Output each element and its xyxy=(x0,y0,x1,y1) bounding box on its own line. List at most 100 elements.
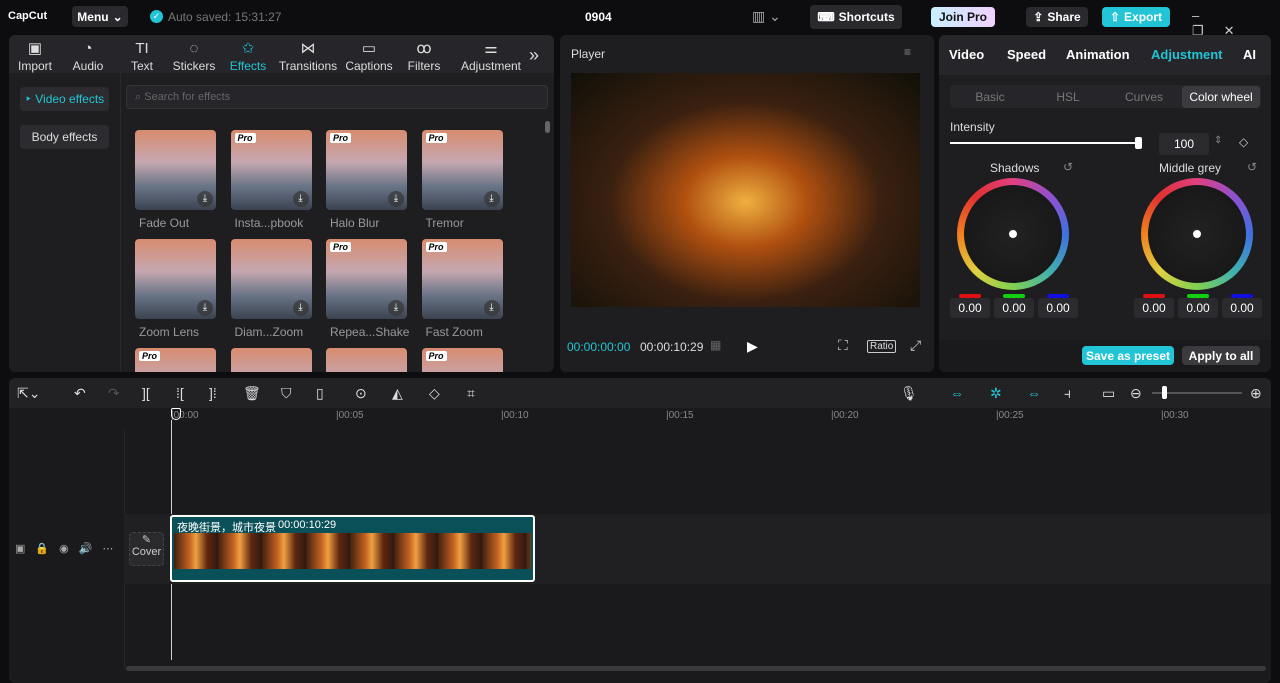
share-button[interactable]: ⇪ Share xyxy=(1026,7,1088,27)
effect-thumbnail[interactable]: Pro ⤓ xyxy=(326,239,407,319)
split-left-icon[interactable]: ⁞[ xyxy=(176,385,184,401)
ratio-button[interactable]: Ratio xyxy=(867,340,897,353)
effect-thumbnail[interactable] xyxy=(326,348,407,372)
wheel-value[interactable]: 0.00 xyxy=(1134,298,1174,318)
tab-stickers[interactable]: ◌ Stickers xyxy=(164,39,224,73)
layout-icon[interactable]: ▥ ⌄ xyxy=(752,8,781,25)
download-icon[interactable]: ⤓ xyxy=(292,300,309,316)
select-tool-icon[interactable]: ⇱⌄ xyxy=(17,385,40,402)
tab-import[interactable]: ▣ Import xyxy=(9,39,65,73)
wheel-value[interactable]: 0.00 xyxy=(950,298,990,318)
wheel-value[interactable]: 0.00 xyxy=(1178,298,1218,318)
microphone-icon[interactable]: 🎙 xyxy=(900,385,918,402)
effect-thumbnail[interactable]: ⤓ xyxy=(230,239,312,319)
export-button[interactable]: ⇧ Export xyxy=(1102,7,1170,27)
scrollbar[interactable] xyxy=(545,121,550,133)
wheel-handle[interactable] xyxy=(1009,230,1017,238)
slider-handle[interactable] xyxy=(1135,137,1142,149)
apply-to-all-button[interactable]: Apply to all xyxy=(1182,346,1260,365)
download-icon[interactable]: ⤓ xyxy=(292,191,309,207)
fullscreen-icon[interactable]: ⤢ xyxy=(910,337,921,354)
tab-audio[interactable]: ◔ Audio xyxy=(58,39,118,73)
effect-thumbnail[interactable]: Pro ⤓ xyxy=(326,130,407,210)
redo-icon[interactable]: ↷ xyxy=(108,385,120,402)
preview-axis-icon[interactable]: ⫞ xyxy=(1064,385,1071,402)
zoom-slider-handle[interactable] xyxy=(1162,386,1167,399)
main-track-magnet-icon[interactable]: ⇔ xyxy=(950,385,964,401)
play-icon[interactable]: ▶ xyxy=(747,338,758,355)
effect-thumbnail[interactable]: ⤓ xyxy=(135,239,216,319)
subtab-hsl[interactable]: HSL xyxy=(1029,86,1107,108)
reset-icon[interactable]: ↺ xyxy=(1247,160,1257,174)
effect-thumbnail[interactable]: ⤓ xyxy=(135,130,216,210)
effect-thumbnail[interactable]: Pro xyxy=(135,348,216,372)
download-icon[interactable]: ⤓ xyxy=(388,191,404,207)
wheel-handle[interactable] xyxy=(1193,230,1201,238)
shortcuts-button[interactable]: ⌨ Shortcuts xyxy=(810,5,902,29)
wheel-value[interactable]: 0.00 xyxy=(1038,298,1078,318)
linkage-icon[interactable]: ⇔ xyxy=(1027,385,1041,401)
menu-button[interactable]: Menu ⌄ xyxy=(72,6,128,27)
category-video-effects[interactable]: ‣ Video effects xyxy=(20,87,109,111)
category-body-effects[interactable]: Body effects xyxy=(20,125,109,149)
effect-thumbnail[interactable]: Pro ⤓ xyxy=(421,239,503,319)
freeze-icon[interactable]: ▯ xyxy=(316,385,324,402)
tab-speed[interactable]: Speed xyxy=(1007,47,1046,62)
split-icon[interactable]: ][ xyxy=(142,385,150,401)
join-pro-button[interactable]: Join Pro xyxy=(931,7,995,27)
marker-icon[interactable]: ⛉ xyxy=(281,385,292,402)
stepper-icon[interactable]: ⇕ xyxy=(1214,135,1222,146)
effect-thumbnail[interactable]: Pro xyxy=(421,348,503,372)
playhead-handle[interactable] xyxy=(171,408,181,420)
intensity-value[interactable]: 100 xyxy=(1159,133,1209,155)
crop-icon[interactable]: ⌗ xyxy=(467,385,475,402)
track-controls[interactable]: ▣🔒◉🔊⋯ xyxy=(15,542,123,555)
delete-icon[interactable]: 🗑 xyxy=(243,385,261,402)
color-wheel[interactable] xyxy=(1141,178,1253,290)
timeline-scrollbar[interactable] xyxy=(126,666,1266,671)
effect-thumbnail[interactable]: Pro ⤓ xyxy=(421,130,503,210)
video-clip[interactable]: 夜晚街景，城市夜景 00:00:10:29 xyxy=(170,515,535,582)
tab-adjustment[interactable]: Adjustment xyxy=(1151,47,1223,62)
tab-video[interactable]: Video xyxy=(949,47,984,62)
zoom-in-icon[interactable]: ⊕ xyxy=(1250,385,1262,402)
download-icon[interactable]: ⤓ xyxy=(197,191,213,207)
tab-adjustment[interactable]: ⚌ Adjustment xyxy=(456,39,526,73)
undo-icon[interactable]: ↶ xyxy=(74,385,86,402)
video-preview[interactable] xyxy=(571,73,920,307)
tab-captions[interactable]: ▭ Captions xyxy=(339,39,399,73)
menu-icon[interactable]: ≡ xyxy=(904,45,911,59)
tab-effects[interactable]: ✩ Effects xyxy=(218,39,278,73)
zoom-fit-icon[interactable]: ▭ xyxy=(1102,385,1115,402)
fullscreen-fit-icon[interactable]: ⛶ xyxy=(838,337,848,354)
download-icon[interactable]: ⤓ xyxy=(483,191,500,207)
intensity-slider[interactable] xyxy=(950,142,1140,144)
search-input[interactable]: ⌕ Search for effects xyxy=(126,85,548,109)
color-wheel[interactable] xyxy=(957,178,1069,290)
effect-thumbnail[interactable] xyxy=(230,348,312,372)
rotate-icon[interactable]: ◇ xyxy=(429,385,440,402)
subtab-basic[interactable]: Basic xyxy=(951,86,1029,108)
wheel-value[interactable]: 0.00 xyxy=(1222,298,1262,318)
tab-filters[interactable]: ꝏ Filters xyxy=(394,39,454,73)
reverse-icon[interactable]: ⊙ xyxy=(355,385,367,402)
zoom-out-icon[interactable]: ⊖ xyxy=(1130,385,1142,402)
split-right-icon[interactable]: ]⁞ xyxy=(209,385,217,401)
reset-icon[interactable]: ↺ xyxy=(1063,160,1073,174)
subtab-color-wheel[interactable]: Color wheel xyxy=(1182,86,1260,108)
wheel-value[interactable]: 0.00 xyxy=(994,298,1034,318)
more-tabs-icon[interactable]: » xyxy=(529,45,539,66)
effect-thumbnail[interactable]: Pro ⤓ xyxy=(230,130,312,210)
save-preset-button[interactable]: Save as preset xyxy=(1082,346,1174,365)
cover-button[interactable]: ✎ Cover xyxy=(129,532,164,566)
subtab-curves[interactable]: Curves xyxy=(1105,86,1183,108)
mirror-icon[interactable]: ◭ xyxy=(392,385,403,402)
tab-animation[interactable]: Animation xyxy=(1066,47,1130,62)
tab-transitions[interactable]: ⋈ Transitions xyxy=(278,39,338,73)
keyframe-icon[interactable]: ◇ xyxy=(1239,135,1248,149)
auto-snap-icon[interactable]: ✲ xyxy=(990,385,1002,402)
download-icon[interactable]: ⤓ xyxy=(388,300,404,316)
download-icon[interactable]: ⤓ xyxy=(483,300,500,316)
tab-ai[interactable]: AI xyxy=(1243,47,1256,62)
tab-text[interactable]: TI Text xyxy=(112,39,172,73)
